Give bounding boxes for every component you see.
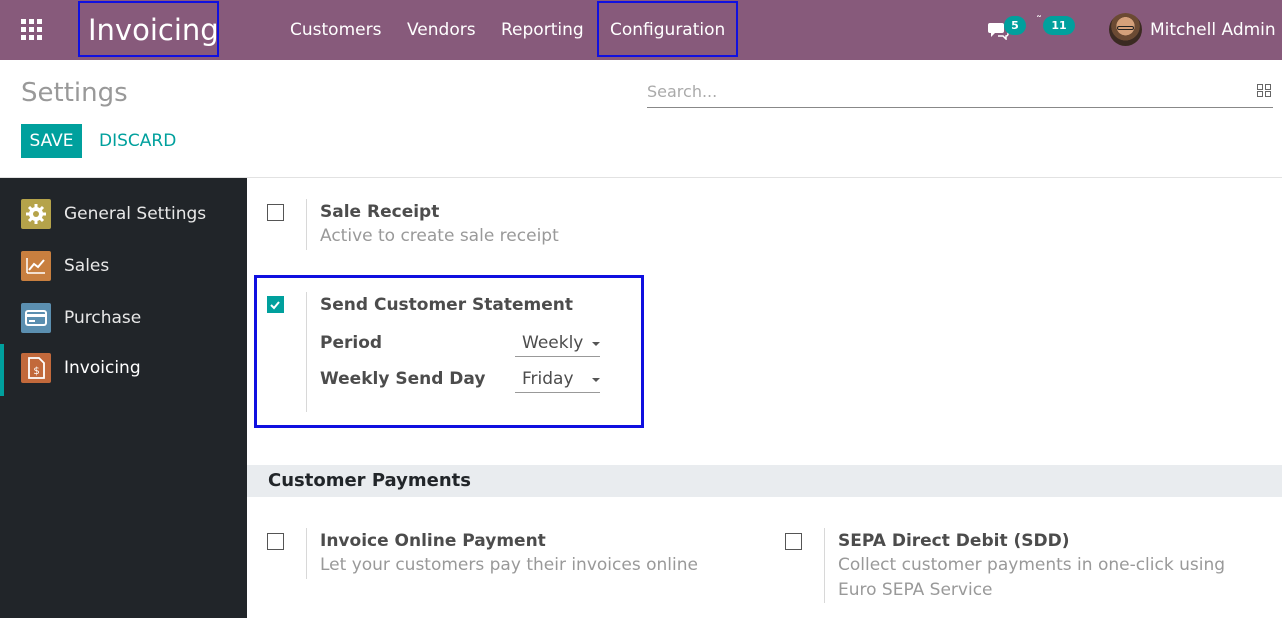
- sepa-description-line1: Collect customer payments in one-click u…: [838, 555, 1226, 575]
- sidebar-item-label: General Settings: [64, 204, 207, 224]
- svg-text:$: $: [33, 366, 39, 377]
- page-title: Settings: [21, 78, 128, 108]
- search-options-icon[interactable]: [1257, 84, 1271, 97]
- settings-sidebar: General Settings Sales Purchase $ Invoic…: [0, 178, 247, 618]
- sepa-title: SEPA Direct Debit (SDD): [838, 531, 1070, 551]
- caret-down-icon: [592, 378, 600, 382]
- app-brand[interactable]: Invoicing: [78, 1, 219, 57]
- apps-menu-icon[interactable]: [21, 19, 43, 41]
- send-statement-title: Send Customer Statement: [320, 295, 573, 315]
- search-input[interactable]: [647, 76, 1273, 108]
- gear-icon: [21, 199, 51, 229]
- checkmark-icon: [270, 301, 280, 310]
- option-divider: [306, 292, 307, 412]
- section-title: Customer Payments: [268, 470, 471, 491]
- messages-badge: 5: [1004, 16, 1026, 35]
- menu-customers[interactable]: Customers: [290, 0, 381, 60]
- send-day-value: Friday: [522, 369, 574, 389]
- settings-content: Sale Receipt Active to create sale recei…: [247, 178, 1282, 618]
- chart-icon: [21, 251, 51, 281]
- sepa-description-line2: Euro SEPA Service: [838, 580, 993, 600]
- sale-receipt-checkbox[interactable]: [267, 204, 284, 221]
- sidebar-item-purchase[interactable]: Purchase: [0, 294, 247, 346]
- sale-receipt-description: Active to create sale receipt: [320, 226, 559, 246]
- invoice-online-payment-checkbox[interactable]: [267, 533, 284, 550]
- user-name[interactable]: Mitchell Admin: [1150, 0, 1276, 60]
- sidebar-item-sales[interactable]: Sales: [0, 242, 247, 294]
- top-navbar: Invoicing Customers Vendors Reporting Co…: [0, 0, 1282, 60]
- period-label: Period: [320, 333, 383, 353]
- discard-button[interactable]: DISCARD: [99, 124, 176, 158]
- sidebar-item-invoicing[interactable]: $ Invoicing: [0, 344, 247, 396]
- send-day-select[interactable]: Friday: [515, 366, 600, 393]
- menu-configuration[interactable]: Configuration: [597, 1, 739, 57]
- option-divider: [306, 528, 307, 579]
- menu-vendors[interactable]: Vendors: [407, 0, 476, 60]
- send-day-label: Weekly Send Day: [320, 369, 486, 389]
- menu-reporting[interactable]: Reporting: [501, 0, 584, 60]
- user-avatar[interactable]: [1109, 13, 1142, 46]
- activities-badge: 11: [1043, 16, 1075, 35]
- customer-payments-header: Customer Payments: [247, 465, 1282, 497]
- save-button[interactable]: SAVE: [21, 124, 82, 158]
- invoice-online-payment-title: Invoice Online Payment: [320, 531, 546, 551]
- option-divider: [306, 199, 307, 250]
- sidebar-item-label: Sales: [64, 256, 110, 276]
- sidebar-item-label: Purchase: [64, 308, 142, 328]
- option-divider: [824, 528, 825, 603]
- period-select[interactable]: Weekly: [515, 330, 600, 357]
- card-icon: [21, 303, 51, 333]
- sidebar-item-label: Invoicing: [64, 358, 141, 378]
- sepa-checkbox[interactable]: [785, 533, 802, 550]
- invoice-online-payment-description: Let your customers pay their invoices on…: [320, 555, 698, 575]
- sidebar-item-general-settings[interactable]: General Settings: [0, 190, 247, 242]
- invoice-icon: $: [21, 353, 51, 383]
- period-value: Weekly: [522, 333, 584, 353]
- send-statement-checkbox[interactable]: [267, 296, 284, 313]
- sale-receipt-title: Sale Receipt: [320, 202, 440, 222]
- activity-clock-icon[interactable]: ˜: [1036, 14, 1042, 28]
- caret-down-icon: [592, 342, 600, 346]
